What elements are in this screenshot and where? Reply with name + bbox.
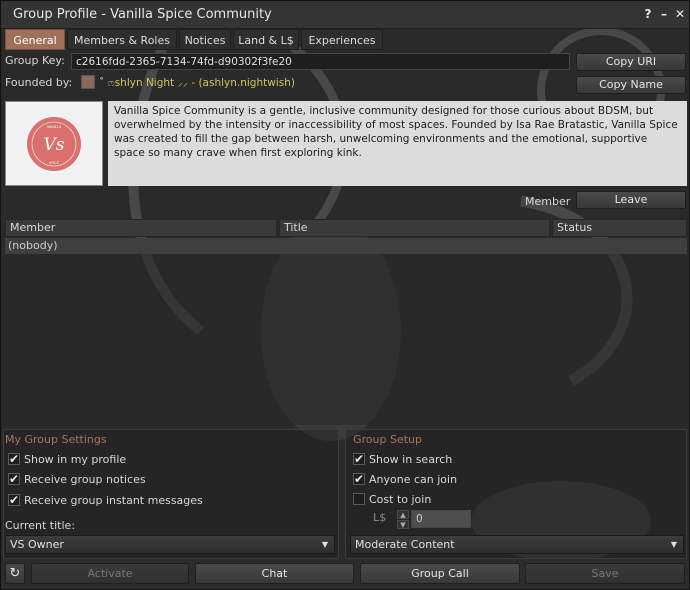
group-call-button[interactable]: Group Call <box>360 563 520 584</box>
insignia-ring-bottom: SPICE <box>49 161 59 165</box>
chevron-down-icon: ▼ <box>321 540 328 549</box>
window-title: Group Profile - Vanilla Spice Community <box>13 7 272 22</box>
group-setup-title: Group Setup <box>353 433 423 446</box>
current-title-label: Current title: <box>5 519 76 532</box>
show-in-profile-label: Show in my profile <box>24 453 127 466</box>
maturity-dropdown[interactable]: Moderate Content ▼ <box>350 535 684 554</box>
receive-ims-checkbox[interactable]: ✔ <box>8 494 20 506</box>
my-group-settings-title: My Group Settings <box>5 433 107 446</box>
column-member[interactable]: Member <box>5 219 277 237</box>
cost-to-join-checkbox[interactable] <box>353 493 365 505</box>
currency-label: L$ <box>373 511 387 524</box>
founder-name-link[interactable]: ˚ ෆshlyn Night ⸝⸝ - (ashlyn.nightwish) <box>99 76 295 90</box>
chevron-down-icon: ▼ <box>670 540 677 549</box>
group-insignia[interactable]: Vs VANILLA SPICE <box>5 101 103 186</box>
founder-avatar-icon <box>81 75 95 89</box>
tab-land[interactable]: Land & L$ <box>233 29 299 50</box>
group-charter[interactable]: Vanilla Spice Community is a gentle, inc… <box>108 101 687 186</box>
current-title-dropdown[interactable]: VS Owner ▼ <box>5 535 335 554</box>
column-status[interactable]: Status <box>552 219 687 237</box>
column-title[interactable]: Title <box>279 219 550 237</box>
tab-members-roles[interactable]: Members & Roles <box>67 29 177 50</box>
members-list[interactable] <box>5 238 687 425</box>
vs-logo-icon: Vs VANILLA SPICE <box>27 117 81 171</box>
insignia-monogram: Vs <box>43 135 64 155</box>
minimize-icon[interactable]: – <box>657 7 671 21</box>
anyone-can-join-label: Anyone can join <box>369 473 458 486</box>
tab-notices[interactable]: Notices <box>179 29 231 50</box>
receive-ims-label: Receive group instant messages <box>24 494 203 507</box>
help-icon[interactable]: ? <box>641 7 655 21</box>
chat-button[interactable]: Chat <box>195 563 354 584</box>
membership-label: Member <box>525 195 571 208</box>
group-key-field[interactable]: c2616fdd-2365-7134-74fd-d90302f3fe20 <box>71 53 570 70</box>
anyone-can-join-checkbox[interactable]: ✔ <box>353 473 365 485</box>
cost-to-join-input[interactable]: 0 <box>411 510 471 528</box>
show-in-search-checkbox[interactable]: ✔ <box>353 453 365 465</box>
cost-to-join-label: Cost to join <box>369 493 432 506</box>
tab-general[interactable]: General <box>5 29 65 50</box>
leave-button[interactable]: Leave <box>576 191 686 209</box>
group-profile-window: Group Profile - Vanilla Spice Community … <box>0 0 690 590</box>
refresh-icon[interactable]: ↻ <box>5 563 25 584</box>
founded-by-label: Founded by: <box>5 76 73 89</box>
spinner-up-icon[interactable]: ▲ <box>397 510 409 519</box>
show-in-profile-checkbox[interactable]: ✔ <box>8 453 20 465</box>
close-icon[interactable]: ✕ <box>673 7 687 21</box>
copy-uri-button[interactable]: Copy URI <box>576 53 686 71</box>
list-item: (nobody) <box>5 238 687 254</box>
current-title-value: VS Owner <box>10 538 64 551</box>
maturity-value: Moderate Content <box>355 538 455 551</box>
show-in-search-label: Show in search <box>369 453 453 466</box>
group-key-label: Group Key: <box>5 54 65 67</box>
activate-button[interactable]: Activate <box>31 563 189 584</box>
save-button[interactable]: Save <box>525 563 685 584</box>
tab-experiences[interactable]: Experiences <box>301 29 383 50</box>
insignia-ring-top: VANILLA <box>47 125 62 129</box>
spinner-down-icon[interactable]: ▼ <box>397 520 409 529</box>
copy-name-button[interactable]: Copy Name <box>576 76 686 94</box>
receive-notices-checkbox[interactable]: ✔ <box>8 473 20 485</box>
receive-notices-label: Receive group notices <box>24 473 146 486</box>
